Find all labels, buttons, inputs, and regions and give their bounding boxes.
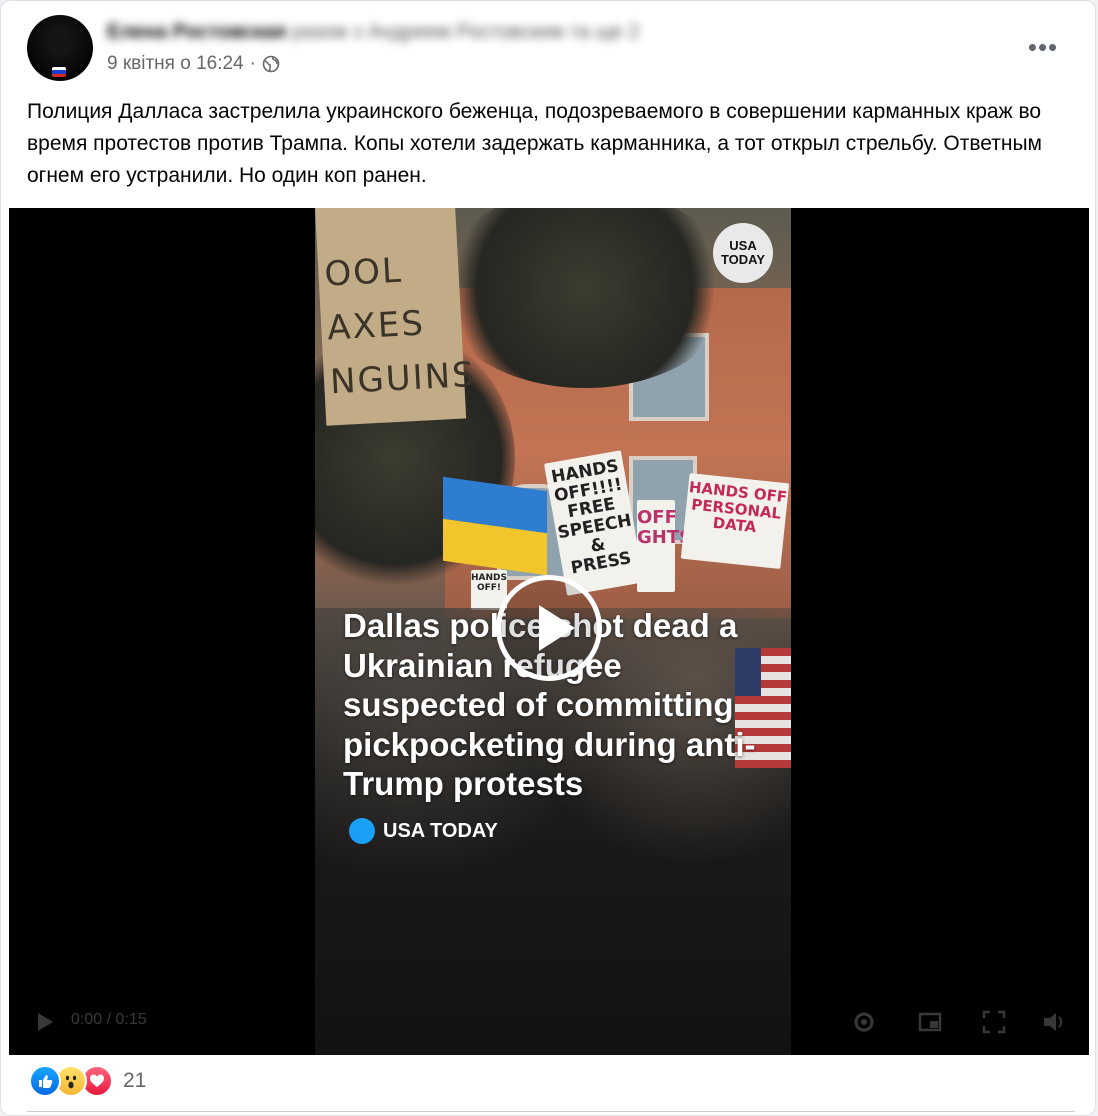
- post-meta: 9 квітня о 16:24 ·: [107, 53, 280, 75]
- video-time: 0:00 / 0:15: [71, 1011, 147, 1028]
- flag-badge-icon: [52, 67, 66, 77]
- fullscreen-icon[interactable]: [981, 1009, 1007, 1035]
- post-card: Елена Ростовская разом з Андреем Ростовс…: [0, 0, 1096, 1116]
- protest-sign-cardboard: OOL AXES NGUINS: [315, 208, 477, 426]
- avatar[interactable]: [27, 15, 93, 81]
- usa-today-logo-icon: [349, 818, 375, 844]
- footer-divider: [27, 1111, 1075, 1112]
- settings-icon[interactable]: [851, 1009, 877, 1035]
- author-name[interactable]: Елена Ростовская разом з Андреем Ростовс…: [107, 21, 639, 44]
- author-name-text[interactable]: Елена Ростовская: [107, 21, 286, 43]
- like-icon: [29, 1065, 61, 1097]
- reactions-count[interactable]: 21: [123, 1069, 146, 1093]
- protest-sign-rights: OFF GHTS: [637, 500, 692, 592]
- play-button[interactable]: [496, 575, 602, 681]
- pip-icon[interactable]: [917, 1009, 943, 1035]
- post-date[interactable]: 9 квітня о 16:24: [107, 53, 244, 75]
- reactions-summary[interactable]: 21: [29, 1065, 146, 1097]
- cardboard-sign-text: OOL AXES NGUINS: [323, 250, 477, 403]
- more-options-button[interactable]: •••: [1023, 29, 1063, 65]
- volume-icon[interactable]: [1041, 1009, 1067, 1035]
- ukraine-flag: [443, 476, 547, 576]
- usa-today-watermark: USA TODAY: [713, 223, 773, 283]
- video-controls: 0:00 / 0:15: [9, 1003, 1089, 1043]
- globe-icon: [262, 55, 280, 73]
- post-header: Елена Ростовская разом з Андреем Ростовс…: [27, 15, 1077, 83]
- avatar-silhouette: [49, 27, 71, 57]
- more-horizontal-icon: •••: [1027, 31, 1059, 62]
- post-text: Полиция Далласа застрелила украинского б…: [27, 100, 1042, 187]
- protest-sign-personal-data: HANDS OFF PERSONAL DATA: [680, 473, 790, 569]
- video-player[interactable]: OOL AXES NGUINS HANDS OFF!!!! FREE SPEEC…: [9, 208, 1089, 1055]
- author-tagged[interactable]: разом з Андреем Ростовским та ще 2: [292, 21, 640, 43]
- brand-name: USA TODAY: [383, 819, 498, 842]
- video-brand: USA TODAY: [349, 818, 498, 844]
- meta-separator: ·: [249, 53, 256, 74]
- control-play-icon[interactable]: [31, 1009, 57, 1035]
